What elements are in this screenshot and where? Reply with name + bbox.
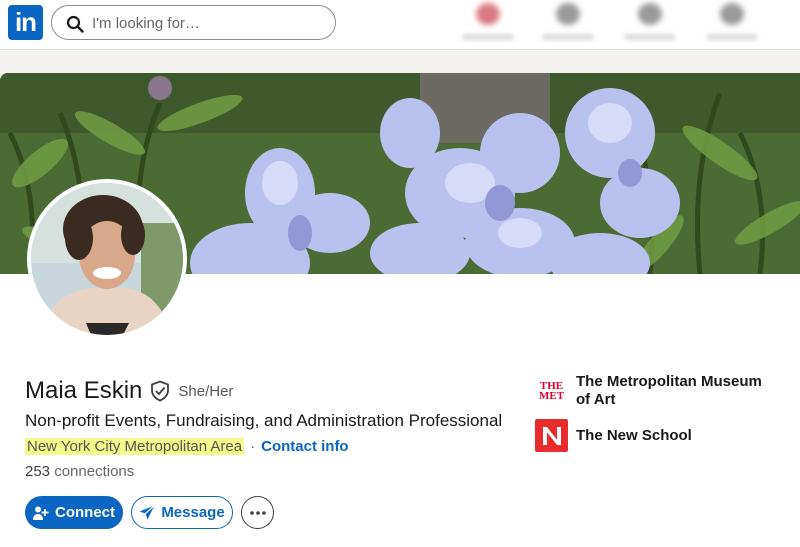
shield-check-icon[interactable] xyxy=(150,380,170,402)
location-row: New York City Metropolitan Area · Contac… xyxy=(25,435,349,457)
search-bar[interactable] xyxy=(51,5,336,40)
nav-item-notifications[interactable] xyxy=(454,0,524,46)
profile-photo-image xyxy=(31,183,183,335)
nav-item-messaging[interactable] xyxy=(698,0,768,46)
nav-item-network[interactable] xyxy=(534,0,604,46)
nav-icon xyxy=(556,3,580,25)
new-school-logo-mark xyxy=(542,426,561,445)
search-icon xyxy=(66,15,84,33)
notification-icon xyxy=(476,3,500,25)
search-input[interactable] xyxy=(92,12,322,34)
profile-headline: Non-profit Events, Fundraising, and Admi… xyxy=(25,411,503,430)
connections-label: connections xyxy=(54,463,135,480)
ellipsis-icon xyxy=(249,510,266,515)
message-button[interactable]: Message xyxy=(131,496,233,529)
profile-card: Maia Eskin She/Her Non-profit Events, Fu… xyxy=(0,73,800,547)
send-icon xyxy=(139,505,156,520)
met-logo: THE MET xyxy=(535,374,568,408)
nav-item-label-blurred xyxy=(462,34,514,40)
org-name: The New School xyxy=(576,426,692,444)
nav-icon xyxy=(720,3,744,25)
new-school-logo xyxy=(535,419,568,452)
name-row: Maia Eskin She/Her xyxy=(25,375,233,407)
nav-item-label-blurred xyxy=(706,34,758,40)
more-actions-button[interactable] xyxy=(241,496,274,529)
profile-name: Maia Eskin xyxy=(25,377,143,404)
separator-dot: · xyxy=(250,437,256,455)
connect-button[interactable]: Connect xyxy=(25,496,123,529)
org-name: The Metropolitan Museum of Art xyxy=(576,373,762,408)
connections-count[interactable]: 253 connections xyxy=(25,463,134,480)
contact-info-link[interactable]: Contact info xyxy=(261,438,349,455)
pronouns: She/Her xyxy=(178,382,234,400)
nav-icon xyxy=(638,3,662,25)
add-person-icon xyxy=(33,506,49,520)
org-new-school[interactable]: The New School xyxy=(535,419,692,452)
nav-item-label-blurred xyxy=(542,34,594,40)
nav-item-jobs[interactable] xyxy=(616,0,686,46)
profile-location: New York City Metropolitan Area xyxy=(25,437,245,455)
met-logo-text: THE MET xyxy=(538,380,565,402)
connect-label: Connect xyxy=(55,504,115,521)
profile-photo[interactable] xyxy=(27,179,187,339)
connections-number: 253 xyxy=(25,463,51,480)
top-nav-bar: in xyxy=(0,0,800,50)
org-metropolitan-museum[interactable]: THE MET The Metropolitan Museum of Art xyxy=(535,373,776,409)
nav-item-label-blurred xyxy=(624,34,676,40)
message-label: Message xyxy=(161,504,225,521)
linkedin-logo[interactable]: in xyxy=(8,5,43,40)
